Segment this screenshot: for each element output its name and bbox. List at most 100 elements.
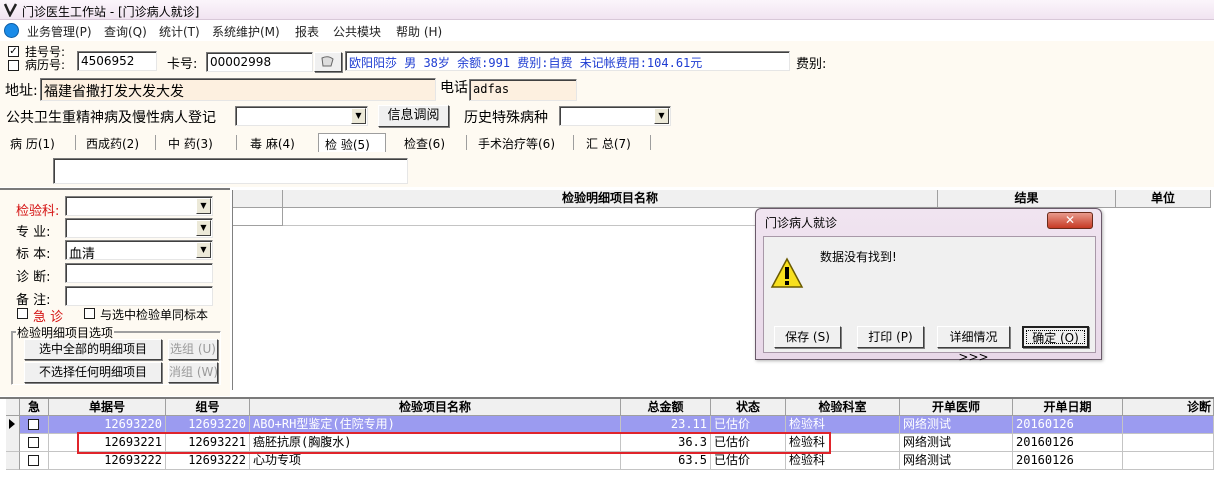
grid-corner <box>233 190 283 208</box>
major-select[interactable]: ▼ <box>65 218 213 238</box>
menu-query[interactable]: 查询(Q) <box>104 23 147 40</box>
specimen-select[interactable]: 血清 ▼ <box>65 240 213 262</box>
tab-divider <box>573 135 574 150</box>
menu-maintenance[interactable]: 系统维护(M) <box>212 23 280 40</box>
doc-no-header[interactable]: 单据号 <box>49 399 166 416</box>
chronic-registration-select[interactable]: ▼ <box>235 106 368 126</box>
menu-public[interactable]: 公共模块 <box>333 23 381 40</box>
read-card-button[interactable] <box>314 52 342 72</box>
item-name-header[interactable]: 检验项目名称 <box>250 399 621 416</box>
same-specimen-checkbox[interactable] <box>84 308 95 319</box>
diagnosis-cell[interactable] <box>1123 416 1214 434</box>
print-button[interactable]: 打印 (P) <box>857 326 924 348</box>
lab-dept-header[interactable]: 检验科室 <box>786 399 900 416</box>
reg-no-checkbox[interactable]: ✓ <box>8 46 19 57</box>
app-logo-icon <box>4 23 19 38</box>
detail-item-name-header[interactable]: 检验明细项目名称 <box>283 190 938 208</box>
card-no-field[interactable]: 00002998 <box>206 52 313 72</box>
diagnosis-header[interactable]: 诊断 <box>1123 399 1214 416</box>
table-row[interactable] <box>20 434 49 452</box>
select-none-button[interactable]: 不选择任何明细项目 <box>24 362 162 383</box>
note-field[interactable] <box>65 286 213 306</box>
date-cell[interactable]: 20160126 <box>1013 416 1123 434</box>
urgent-row-checkbox[interactable] <box>28 455 39 466</box>
app-icon <box>3 3 18 17</box>
select-group-button[interactable]: 选组 (U) <box>168 339 218 360</box>
tab-divider <box>75 135 76 150</box>
urgent-header[interactable]: 急 <box>20 399 49 416</box>
menu-business[interactable]: 业务管理(P) <box>27 23 92 40</box>
doc-no-cell[interactable]: 12693222 <box>49 452 166 470</box>
amount-cell[interactable]: 63.5 <box>621 452 711 470</box>
reg-no-field[interactable]: 4506952 <box>77 51 157 71</box>
lab-dept-label: 检验科: <box>16 204 60 219</box>
result-header[interactable]: 结果 <box>938 190 1116 208</box>
date-header[interactable]: 开单日期 <box>1013 399 1123 416</box>
amount-header[interactable]: 总金额 <box>621 399 711 416</box>
details-button[interactable]: 详细情况>>> <box>937 326 1010 364</box>
select-all-button[interactable]: 选中全部的明细项目 <box>24 339 162 360</box>
chevron-down-icon[interactable]: ▼ <box>654 108 669 124</box>
tab-summary[interactable]: 汇 总(7) <box>586 133 631 152</box>
chevron-down-icon[interactable]: ▼ <box>196 198 211 214</box>
info-query-button[interactable]: 信息调阅 <box>378 105 449 127</box>
menu-reports[interactable]: 报表 <box>295 23 319 40</box>
dialog-title: 门诊病人就诊 <box>765 216 838 230</box>
tab-divider <box>236 135 237 150</box>
phone-field[interactable]: adfas <box>469 79 577 101</box>
chevron-down-icon[interactable]: ▼ <box>351 108 366 124</box>
date-cell[interactable]: 20160126 <box>1013 452 1123 470</box>
group-no-cell[interactable]: 12693222 <box>166 452 250 470</box>
patient-info-display: 欧阳阳莎 男 38岁 余额:991 费别:自费 未记帐费用:104.61元 <box>345 51 790 71</box>
urgent-row-checkbox[interactable] <box>28 419 39 430</box>
doctor-cell[interactable]: 网络测试 <box>900 416 1013 434</box>
doctor-cell[interactable]: 网络测试 <box>900 434 1013 452</box>
card-no-label: 卡号: <box>167 57 198 72</box>
tab-narcotics[interactable]: 毒 麻(4) <box>250 133 295 152</box>
diagnosis-field[interactable] <box>65 263 213 283</box>
table-row[interactable] <box>20 452 49 470</box>
record-no-checkbox[interactable] <box>8 60 19 71</box>
tab-chinese-medicine[interactable]: 中 药(3) <box>168 133 213 152</box>
close-icon[interactable]: ✕ <box>1047 212 1093 229</box>
menu-statistics[interactable]: 统计(T) <box>159 23 200 40</box>
tab-divider <box>650 135 651 150</box>
status-cell[interactable]: 已估价 <box>711 452 786 470</box>
tab-examination[interactable]: 检查(6) <box>404 133 445 152</box>
highlight-box <box>77 432 831 454</box>
lab-dept-select[interactable]: ▼ <box>65 196 213 216</box>
diagnosis-cell[interactable] <box>1123 452 1214 470</box>
urgent-checkbox[interactable] <box>17 308 28 319</box>
tab-western-medicine[interactable]: 西成药(2) <box>86 133 139 152</box>
window-title: 门诊医生工作站 - [门诊病人就诊] <box>22 5 200 19</box>
address-field[interactable]: 福建省撒打发大发大发 <box>40 78 436 101</box>
lab-note-field[interactable] <box>53 158 408 184</box>
row-indicator-icon <box>6 416 20 434</box>
fee-type-label: 费别: <box>796 57 827 72</box>
date-cell[interactable]: 20160126 <box>1013 434 1123 452</box>
unit-header[interactable]: 单位 <box>1116 190 1211 208</box>
table-row[interactable] <box>20 416 49 434</box>
lab-dept-cell[interactable]: 检验科 <box>786 452 900 470</box>
specimen-value: 血清 <box>69 247 96 262</box>
status-header[interactable]: 状态 <box>711 399 786 416</box>
orders-corner <box>6 399 20 416</box>
tab-surgery[interactable]: 手术治疗等(6) <box>478 133 555 152</box>
menu-help[interactable]: 帮助 (H) <box>396 23 442 40</box>
item-name-cell[interactable]: 心功专项 <box>250 452 621 470</box>
chevron-down-icon[interactable]: ▼ <box>196 220 211 236</box>
special-disease-select[interactable]: ▼ <box>559 106 671 126</box>
row-header <box>6 434 20 452</box>
doctor-header[interactable]: 开单医师 <box>900 399 1013 416</box>
cancel-group-button[interactable]: 消组 (W) <box>168 362 218 383</box>
tab-medical-record[interactable]: 病 历(1) <box>10 133 55 152</box>
diagnosis-cell[interactable] <box>1123 434 1214 452</box>
urgent-row-checkbox[interactable] <box>28 437 39 448</box>
tab-lab-test[interactable]: 检 验(5) <box>318 133 386 152</box>
ok-button[interactable]: 确定 (O) <box>1022 326 1089 348</box>
chevron-down-icon[interactable]: ▼ <box>196 242 211 258</box>
card-reader-icon <box>321 56 334 67</box>
save-button[interactable]: 保存 (S) <box>774 326 841 348</box>
doctor-cell[interactable]: 网络测试 <box>900 452 1013 470</box>
group-no-header[interactable]: 组号 <box>166 399 250 416</box>
